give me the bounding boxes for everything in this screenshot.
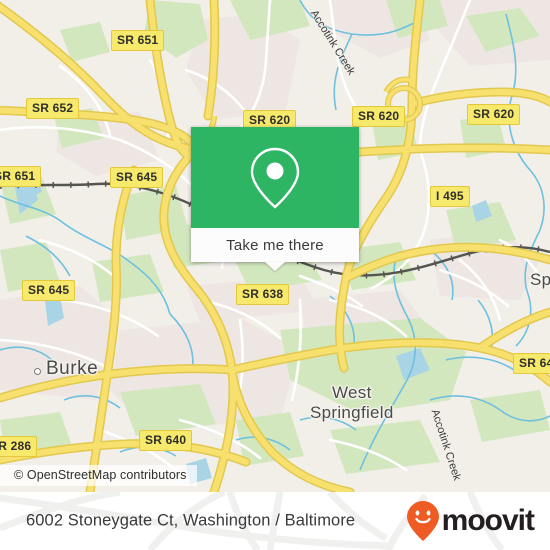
road-shield-sr-640[interactable]: SR 640: [139, 430, 193, 451]
popup-card-pointer: [265, 262, 285, 271]
road-shield-sr-645-north[interactable]: SR 645: [110, 167, 164, 188]
take-me-there-label: Take me there: [226, 236, 324, 254]
moovit-wordmark: moovit: [441, 504, 535, 537]
road-shield-sr-638[interactable]: SR 638: [236, 284, 290, 305]
destination-popup-card[interactable]: Take me there: [191, 127, 359, 262]
place-dot-burke: [34, 368, 41, 375]
road-shield-sr-644[interactable]: SR 644: [513, 353, 550, 374]
footer-bar: 6002 Stoneygate Ct, Washington / Baltimo…: [0, 492, 550, 550]
road-shield-sr-286[interactable]: SR 286: [0, 436, 38, 457]
take-me-there-button[interactable]: Take me there: [191, 228, 359, 262]
road-shield-sr-620-east[interactable]: SR 620: [467, 104, 521, 125]
moovit-map-screenshot: Burke West Springfield Springfield Accot…: [0, 0, 550, 550]
road-shield-sr-651-north[interactable]: SR 651: [111, 30, 165, 51]
map-pin-icon: [250, 147, 300, 209]
road-shield-sr-652[interactable]: SR 652: [26, 98, 80, 119]
road-shield-sr-645-west[interactable]: SR 645: [22, 280, 76, 301]
road-shield-i-495[interactable]: I 495: [430, 186, 470, 207]
moovit-pin-smiley-icon: [406, 501, 439, 541]
road-shield-sr-651-west[interactable]: SR 651: [0, 166, 42, 187]
moovit-logo[interactable]: moovit: [406, 500, 535, 542]
road-shield-sr-620-mid[interactable]: SR 620: [352, 106, 406, 127]
popup-card-header: [191, 127, 359, 228]
map-canvas[interactable]: Burke West Springfield Springfield Accot…: [0, 0, 550, 492]
address-label: 6002 Stoneygate Ct, Washington / Baltimo…: [26, 511, 356, 530]
map-attribution[interactable]: © OpenStreetMap contributors: [0, 465, 197, 486]
